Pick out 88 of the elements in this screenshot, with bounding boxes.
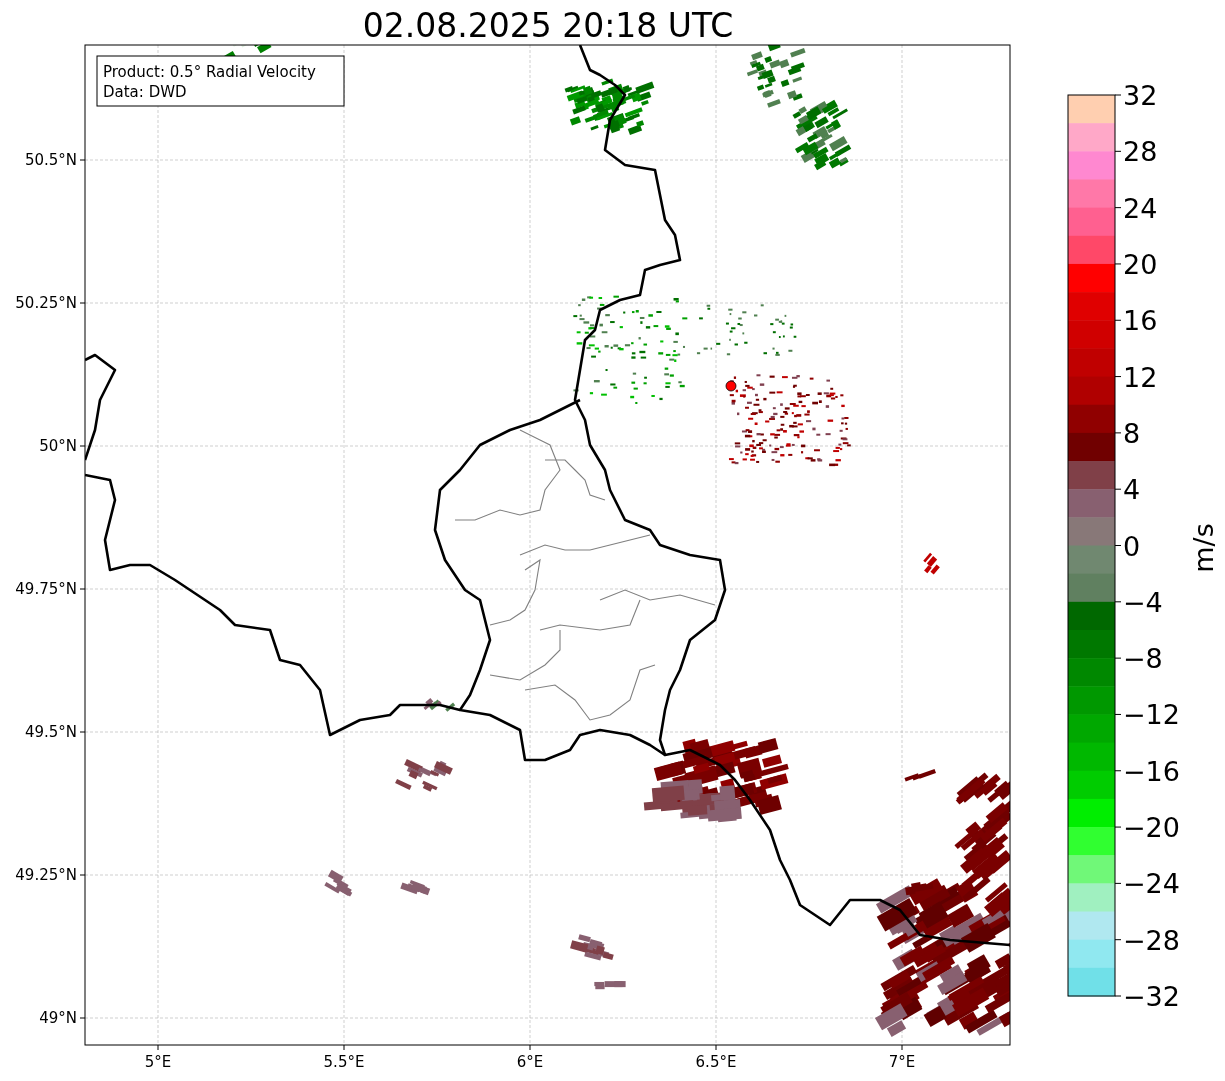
colorbar-tick-label: −4 [1123, 586, 1163, 618]
radar-echo-drawing [324, 869, 353, 897]
radar-echo-drawing [594, 981, 626, 990]
colorbar-tick-label: 4 [1123, 474, 1141, 506]
tick-mark [79, 159, 86, 161]
tick-mark [79, 731, 86, 733]
colorbar-tick-label: 32 [1123, 80, 1158, 111]
tick-mark [1114, 263, 1122, 265]
tick-mark [1114, 770, 1122, 772]
colorbar-band [1068, 489, 1115, 518]
radar-echo-drawing [923, 552, 940, 575]
colorbar-tick-label: −8 [1123, 643, 1163, 675]
tick-mark [1114, 713, 1122, 715]
colorbar-tick-label: 12 [1123, 361, 1158, 393]
axis-tick-label: 49°N [39, 1009, 77, 1027]
colorbar-tick-label: −16 [1123, 755, 1180, 787]
colorbar-band [1068, 714, 1115, 744]
tick-mark [1114, 207, 1122, 209]
colorbar-tick-label: 0 [1123, 530, 1141, 562]
tick-mark [79, 874, 86, 876]
tick-mark [1114, 545, 1122, 546]
tick-mark [79, 445, 86, 447]
colorbar-band [1068, 123, 1115, 152]
colorbar-band [1068, 658, 1115, 687]
tick-mark [157, 1044, 159, 1051]
colorbar-band [1068, 179, 1115, 209]
tick-mark [529, 1044, 531, 1051]
colorbar-tick-label: 24 [1123, 192, 1158, 224]
tick-mark [1114, 94, 1122, 96]
tick-mark [1114, 882, 1122, 884]
colorbar-band [1068, 461, 1115, 490]
colorbar-band [1068, 686, 1115, 715]
colorbar-tick-label: −28 [1123, 924, 1180, 956]
axis-tick-label: 49.5°N [24, 723, 77, 741]
tick-mark [1114, 319, 1122, 321]
axis-tick-label: 50.5°N [24, 151, 77, 169]
colorbar-band [1068, 517, 1115, 546]
legend-text: Data: DWD [103, 83, 187, 101]
colorbar-band [1068, 151, 1115, 180]
tick-mark [79, 588, 86, 590]
radar-echo-drawing [570, 934, 614, 961]
colorbar-tick-label: −32 [1123, 981, 1180, 1012]
colorbar-band [1068, 348, 1115, 378]
tick-mark [715, 1044, 717, 1051]
tick-mark [1114, 939, 1122, 941]
axis-tick-label: 6.5°E [695, 1053, 737, 1071]
tick-mark [1114, 376, 1122, 378]
tick-mark [1114, 995, 1122, 997]
axis-tick-label: 50°N [39, 437, 77, 455]
tick-mark [1114, 488, 1122, 490]
tick-mark [901, 1044, 903, 1051]
tick-mark [1114, 657, 1122, 659]
radar-echo-drawing [395, 759, 453, 792]
axis-tick-label: 49.75°N [15, 580, 77, 598]
colorbar-band [1068, 855, 1115, 884]
colorbar-tick-label: 8 [1123, 417, 1141, 449]
tick-mark [343, 1044, 345, 1051]
tick-mark [79, 1017, 86, 1019]
tick-mark [1114, 601, 1122, 603]
radar-echo-drawing [423, 697, 456, 712]
tick-mark [1114, 826, 1122, 828]
axis-tick-label: 6°E [516, 1053, 544, 1071]
axis-tick-label: 49.25°N [15, 866, 77, 884]
colorbar-tick-label: 28 [1123, 136, 1158, 168]
axis-tick-label: 5°E [144, 1053, 172, 1071]
radar-echo-drawing [792, 99, 852, 171]
colorbar-band [1068, 320, 1115, 349]
axis-tick-label: 5.5°E [323, 1053, 365, 1071]
colorbar-label: m/s [1188, 523, 1219, 573]
colorbar-tick-label: −20 [1123, 812, 1180, 844]
axis-tick-label: 50.25°N [15, 294, 77, 312]
tick-mark [1114, 432, 1122, 434]
radar-echo-drawing [400, 880, 431, 896]
colorbar-band [1068, 883, 1115, 913]
tick-mark [1114, 150, 1122, 152]
radar-echo-drawing [904, 768, 936, 782]
chart-title: 02.08.2025 20:18 UTC [362, 6, 734, 45]
colorbar-band [1068, 292, 1115, 321]
legend-text: Product: 0.5° Radial Velocity [103, 63, 316, 81]
colorbar-tick-label: −12 [1123, 699, 1180, 731]
tick-mark [79, 302, 86, 304]
colorbar-tick-label: −24 [1123, 868, 1180, 900]
colorbar-tick-label: 20 [1123, 248, 1158, 280]
colorbar-band [1068, 827, 1115, 856]
axis-tick-label: 7°E [888, 1053, 916, 1071]
radar-echo-drawing [746, 45, 806, 108]
radar-site-marker [725, 380, 737, 392]
colorbar-tick-label: 16 [1123, 305, 1158, 337]
